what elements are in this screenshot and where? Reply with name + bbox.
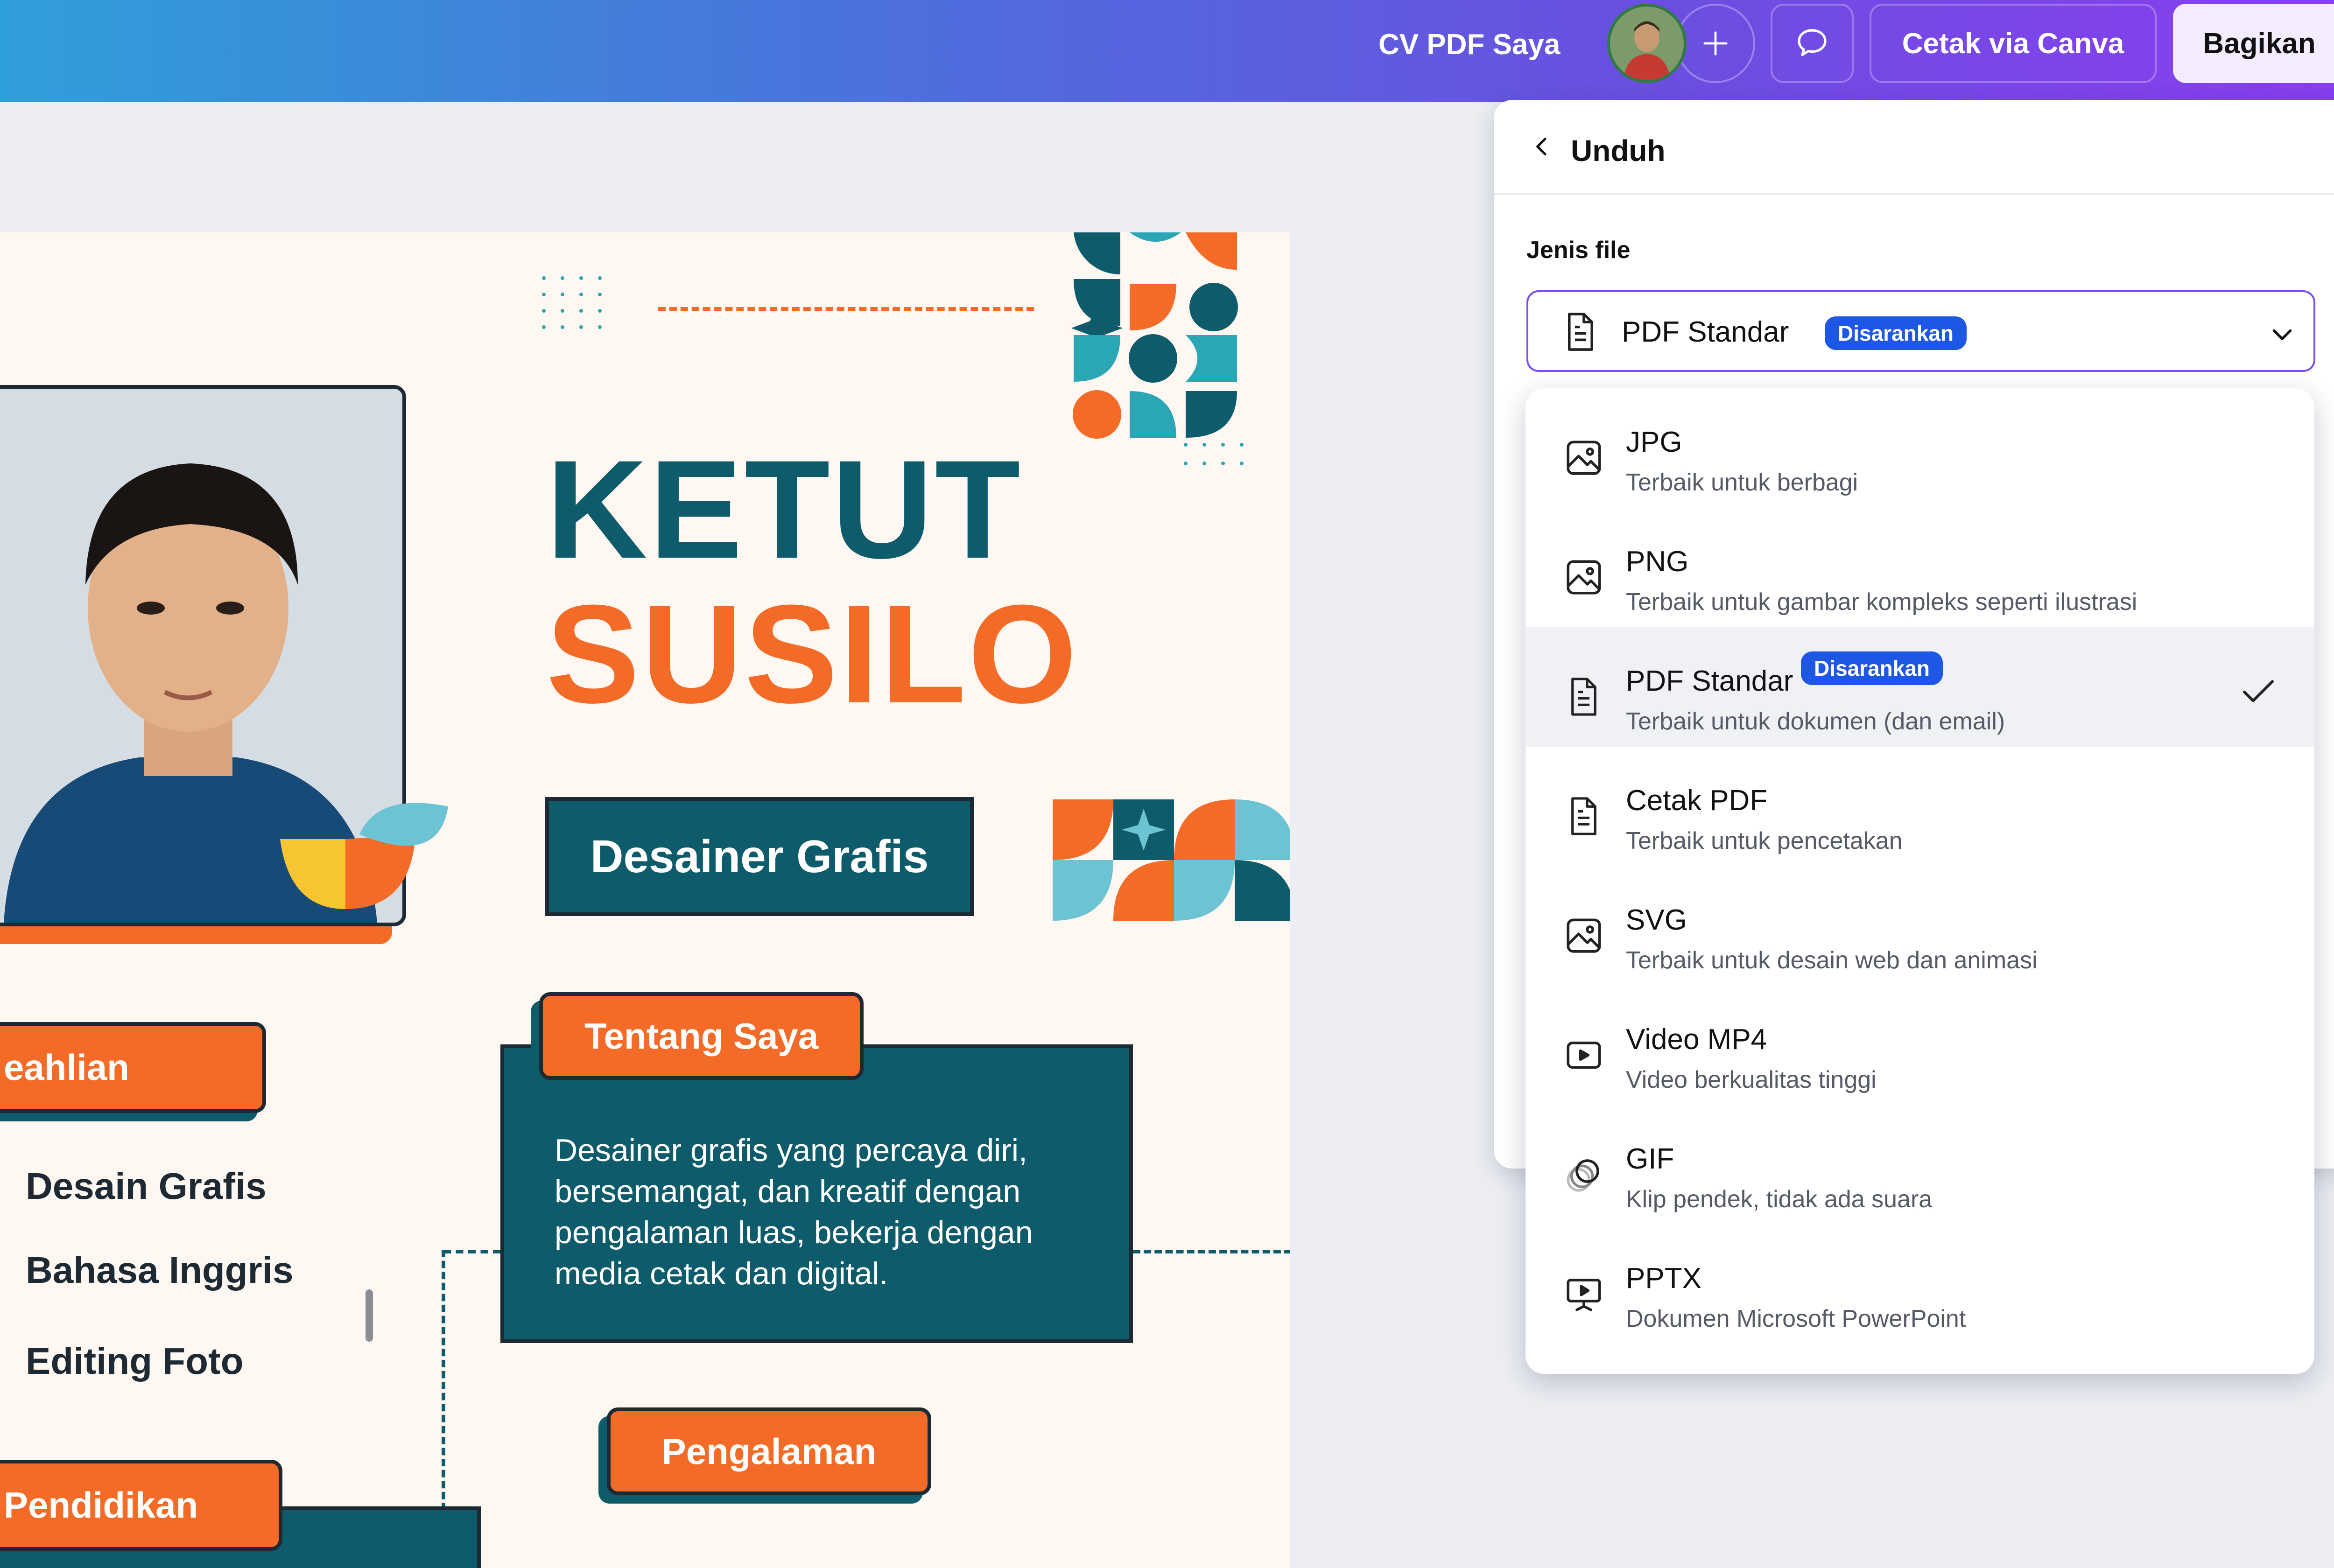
orange-dashed-line — [658, 307, 1034, 311]
option-description: Terbaik untuk berbagi — [1626, 469, 1858, 496]
comment-icon — [1798, 29, 1827, 56]
presentation-icon — [1567, 1279, 1601, 1311]
option-description: Video berkualitas tinggi — [1626, 1066, 1877, 1093]
geometric-pattern-top — [1071, 232, 1244, 465]
experience-section-tag[interactable]: Pengalaman — [607, 1407, 931, 1495]
dot-pattern-decoration — [542, 276, 602, 329]
option-jpg[interactable]: JPG Terbaik untuk berbagi — [1526, 388, 2314, 508]
chevron-left-icon[interactable] — [1529, 133, 1555, 160]
print-via-canva-button[interactable]: Cetak via Canva — [1870, 4, 2157, 83]
image-icon — [1567, 441, 1601, 475]
geometric-pattern-middle — [1053, 799, 1290, 921]
comment-button[interactable] — [1771, 4, 1854, 83]
document-icon — [1571, 678, 1596, 716]
option-name: PDF Standar — [1626, 665, 1793, 697]
dashed-connector — [1133, 1250, 1290, 1253]
panel-header: Unduh — [1494, 100, 2334, 195]
document-icon — [1571, 797, 1596, 835]
file-type-label: Jenis file — [1526, 237, 1631, 264]
about-section-tag[interactable]: Tentang Saya — [539, 992, 864, 1080]
option-description: Terbaik untuk pencetakan — [1626, 827, 1903, 854]
share-button[interactable]: Bagikan — [2173, 4, 2334, 83]
document-title[interactable]: CV PDF Saya — [1378, 28, 1560, 61]
option-name: Cetak PDF — [1626, 784, 1768, 817]
file-type-dropdown: JPG Terbaik untuk berbagi PNG Terbaik un… — [1526, 388, 2314, 1374]
option-description: Klip pendek, tidak ada suara — [1626, 1186, 1933, 1213]
top-bar: CV PDF Saya Cetak via Canva Bagikan — [0, 0, 2334, 102]
option-print-pdf[interactable]: Cetak PDF Terbaik untuk pencetakan — [1526, 747, 2314, 866]
about-text-box[interactable]: Desainer grafis yang percaya diri, berse… — [500, 1044, 1133, 1343]
first-name-heading[interactable]: KETUT — [546, 428, 1022, 590]
option-description: Terbaik untuk desain web dan animasi — [1626, 947, 2038, 974]
video-icon — [1567, 1041, 1601, 1069]
checkmark-icon — [2243, 680, 2274, 702]
option-pdf-standard[interactable]: PDF Standar Disarankan Terbaik untuk dok… — [1526, 627, 2314, 747]
option-svg[interactable]: SVG Terbaik untuk desain web dan animasi — [1526, 866, 2314, 986]
selected-file-type: PDF Standar — [1622, 316, 1789, 348]
add-collaborator-button[interactable] — [1676, 4, 1755, 83]
option-video-mp4[interactable]: Video MP4 Video berkualitas tinggi — [1526, 986, 2314, 1105]
option-pptx[interactable]: PPTX Dokumen Microsoft PowerPoint — [1526, 1225, 2314, 1344]
user-avatar[interactable] — [1607, 4, 1687, 83]
option-png[interactable]: PNG Terbaik untuk gambar kompleks sepert… — [1526, 508, 2314, 627]
photo-corner-decoration — [280, 803, 448, 909]
gif-icon — [1567, 1159, 1599, 1192]
recommended-badge: Disarankan — [1825, 316, 1967, 350]
option-name: GIF — [1626, 1143, 1674, 1175]
image-icon — [1567, 918, 1601, 953]
option-name: SVG — [1626, 904, 1687, 936]
option-description: Terbaik untuk gambar kompleks seperti il… — [1626, 588, 2137, 616]
skill-item[interactable]: Editing Foto — [26, 1340, 244, 1383]
option-name: Video MP4 — [1626, 1023, 1767, 1056]
image-icon — [1567, 560, 1601, 595]
plus-icon — [1703, 31, 1728, 56]
option-gif[interactable]: GIF Klip pendek, tidak ada suara — [1526, 1105, 2314, 1225]
option-description: Dokumen Microsoft PowerPoint — [1626, 1305, 1966, 1332]
panel-title: Unduh — [1571, 134, 1666, 168]
document-icon — [1568, 313, 1594, 351]
education-section-tag[interactable]: Pendidikan — [0, 1460, 282, 1551]
dashed-connector — [443, 1250, 500, 1253]
scroll-handle[interactable] — [366, 1289, 373, 1342]
file-type-select[interactable]: PDF Standar Disarankan — [1526, 290, 2315, 372]
recommended-badge: Disarankan — [1801, 651, 1943, 685]
chevron-down-icon — [2272, 329, 2292, 340]
option-description: Terbaik untuk dokumen (dan email) — [1626, 708, 2005, 735]
skill-item[interactable]: Desain Grafis — [26, 1165, 267, 1208]
last-name-heading[interactable]: SUSILO — [546, 573, 1079, 735]
avatar-image — [1610, 7, 1684, 80]
option-name: PPTX — [1626, 1262, 1701, 1295]
option-name: JPG — [1626, 426, 1682, 458]
option-name: PNG — [1626, 546, 1689, 578]
job-title-box[interactable]: Desainer Grafis — [545, 797, 974, 916]
skills-section-tag[interactable]: eahlian — [0, 1022, 266, 1113]
skill-item[interactable]: Bahasa Inggris — [26, 1249, 294, 1292]
cv-design-canvas[interactable]: KETUT SUSILO Desainer Grafis eahlian Des… — [0, 232, 1290, 1568]
